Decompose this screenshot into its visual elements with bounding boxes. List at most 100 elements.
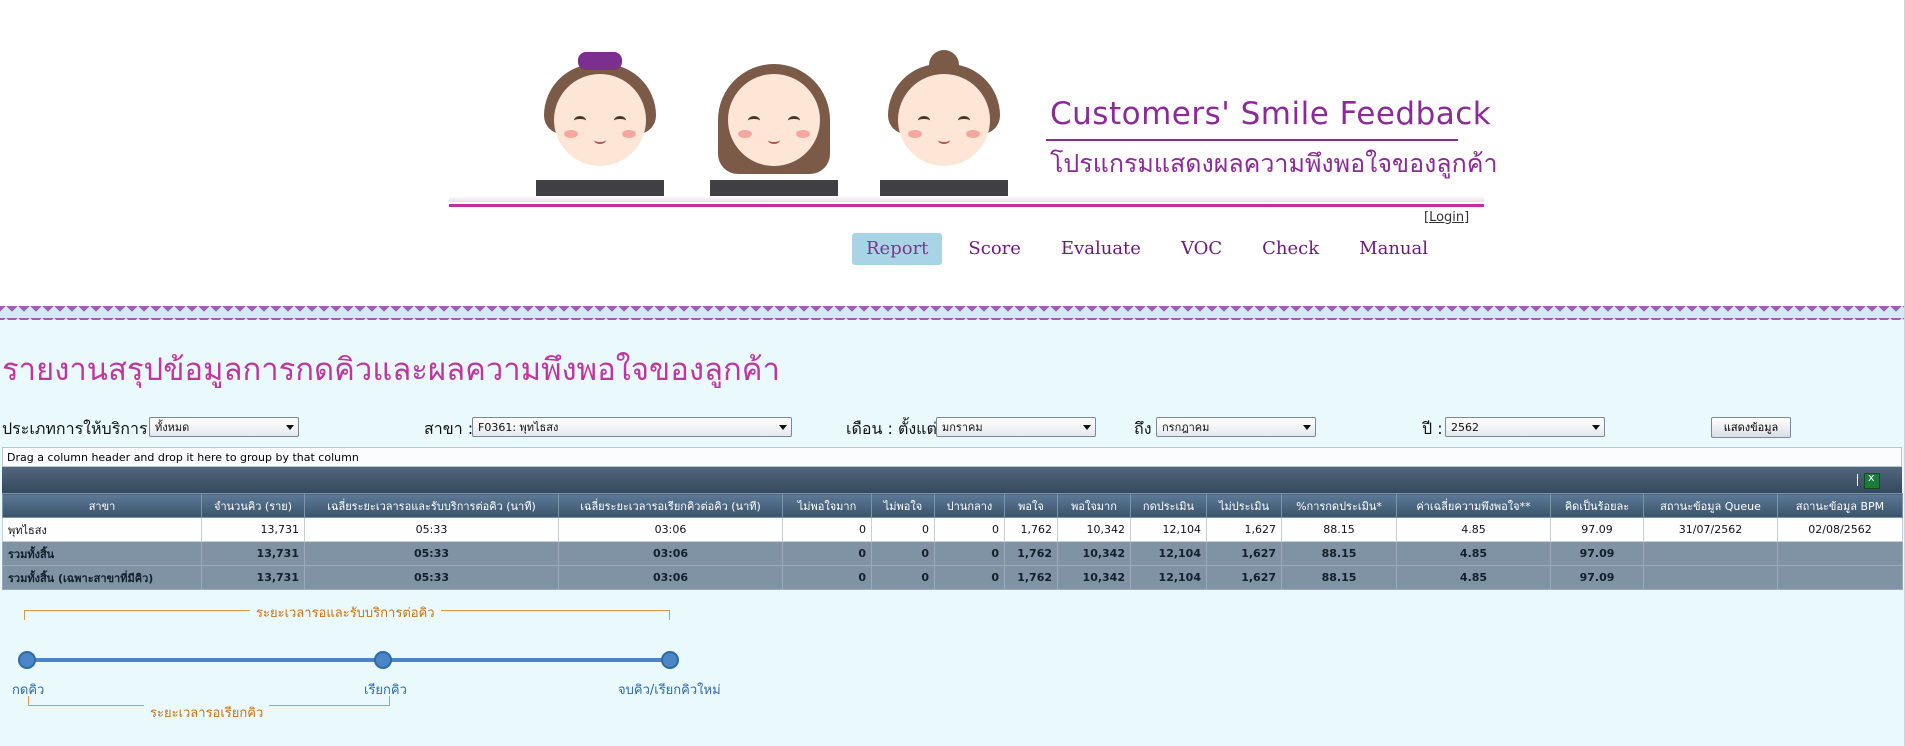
cell-bpm-status: 02/08/2562 (1777, 517, 1903, 542)
cell-evaluated: 12,104 (1130, 517, 1207, 542)
cell-queue-status (1643, 541, 1778, 566)
chevron-down-icon (779, 425, 787, 430)
cell-very-satisfied: 10,342 (1057, 517, 1131, 542)
girl-illustration-1 (530, 50, 670, 200)
cell-very-dissatisfied: 0 (782, 541, 872, 566)
login-link[interactable]: Login (1429, 210, 1464, 225)
decorative-zigzag-band (0, 306, 1906, 320)
timeline-dot-queue-end (661, 651, 679, 669)
column-header[interactable]: ไม่พอใจ (871, 493, 935, 518)
cell-dissatisfied: 0 (871, 541, 935, 566)
legend-bottom-label: ระยะเวลารอเรียกคิว (144, 702, 270, 723)
legend-top-label: ระยะเวลารอและรับบริการต่อคิว (250, 602, 441, 623)
cell-neutral: 0 (934, 565, 1005, 590)
cell-evaluation-percent: 88.15 (1281, 541, 1397, 566)
brand-subtitle: โปรแกรมแสดงผลความพึงพอใจของลูกค้า (1050, 149, 1498, 178)
girl-illustration-3 (874, 50, 1014, 200)
cell-branch: พุทไธสง (2, 517, 202, 542)
service-type-select[interactable]: ทั้งหมด (149, 417, 299, 437)
header: Customers' Smile Feedback โปรแกรมแสดงผลค… (0, 0, 1906, 310)
page-title: รายงานสรุปข้อมูลการกดคิวและผลความพึงพอใจ… (2, 352, 780, 388)
column-header[interactable]: สถานะข้อมูล Queue (1643, 493, 1778, 518)
column-header[interactable]: เฉลี่ยระยะเวลารอเรียกคิวต่อคิว (นาที) (558, 493, 783, 518)
grid-header-row: สาขา จำนวนคิว (ราย) เฉลี่ยระยะเวลารอและร… (2, 493, 1903, 518)
cell-satisfied: 1,762 (1004, 541, 1058, 566)
month-from-value: มกราคม (942, 421, 983, 434)
cell-very-satisfied: 10,342 (1057, 565, 1131, 590)
cell-bpm-status (1777, 541, 1903, 566)
cell-dissatisfied: 0 (871, 565, 935, 590)
main-nav: Report Score Evaluate VOC Check Manual (852, 233, 1454, 265)
cell-not-evaluated: 1,627 (1206, 565, 1282, 590)
brand-title: Customers' Smile Feedback (1050, 96, 1492, 132)
column-header[interactable]: สถานะข้อมูล BPM (1777, 493, 1903, 518)
header-rule (449, 204, 1484, 207)
timeline-line (28, 658, 672, 662)
timeline-dot-queue-call (374, 651, 392, 669)
export-excel-icon[interactable] (1864, 471, 1880, 489)
chevron-down-icon (1592, 425, 1600, 430)
column-header[interactable]: พอใจ (1004, 493, 1058, 518)
branch-label: สาขา : (424, 419, 474, 438)
summary-row-branches-with-queue: รวมทั้งสิ้น (เฉพาะสาขาที่มีคิว) 13,731 0… (2, 565, 1903, 590)
column-header[interactable]: สาขา (2, 493, 202, 518)
cell-avg-wait-service: 05:33 (304, 565, 559, 590)
nav-evaluate[interactable]: Evaluate (1047, 233, 1155, 265)
login-area: [Login] (1424, 210, 1470, 225)
cell-avg-wait-call: 03:06 (558, 565, 783, 590)
year-select[interactable]: 2562 (1445, 417, 1605, 437)
cell-percentage: 97.09 (1550, 541, 1644, 566)
report-area: รายงานสรุปข้อมูลการกดคิวและผลความพึงพอใจ… (0, 320, 1906, 746)
show-data-button[interactable]: แสดงข้อมูล (1711, 417, 1791, 438)
cell-percentage: 97.09 (1550, 517, 1644, 542)
column-header[interactable]: ค่าเฉลี่ยความพึงพอใจ** (1396, 493, 1551, 518)
column-header[interactable]: ไม่พอใจมาก (782, 493, 872, 518)
nav-manual[interactable]: Manual (1345, 233, 1442, 265)
year-label: ปี : (1422, 419, 1443, 438)
report-grid: สาขา จำนวนคิว (ราย) เฉลี่ยระยะเวลารอและร… (2, 493, 1903, 590)
cell-evaluated: 12,104 (1130, 565, 1207, 590)
branch-value: F0361: พุทไธสง (478, 421, 559, 434)
chevron-down-icon (286, 425, 294, 430)
cell-branch: รวมทั้งสิ้น (2, 541, 202, 566)
column-header[interactable]: กดประเมิน (1130, 493, 1207, 518)
cell-bpm-status (1777, 565, 1903, 590)
column-header[interactable]: %การกดประเมิน* (1281, 493, 1397, 518)
month-from-select[interactable]: มกราคม (936, 417, 1096, 437)
month-to-select[interactable]: กรกฎาคม (1156, 417, 1316, 437)
column-header[interactable]: จำนวนคิว (ราย) (201, 493, 305, 518)
cell-queue-status (1643, 565, 1778, 590)
nav-score[interactable]: Score (954, 233, 1035, 265)
cell-very-dissatisfied: 0 (782, 517, 872, 542)
chevron-down-icon (1083, 425, 1091, 430)
timeline-label-queue-end: จบคิว/เรียกคิวใหม่ (618, 683, 721, 698)
month-to-value: กรกฎาคม (1162, 421, 1210, 434)
cell-queue-status: 31/07/2562 (1643, 517, 1778, 542)
service-type-value: ทั้งหมด (155, 421, 190, 434)
nav-voc[interactable]: VOC (1167, 233, 1236, 265)
cell-evaluation-percent: 88.15 (1281, 517, 1397, 542)
nav-check[interactable]: Check (1248, 233, 1333, 265)
branch-select[interactable]: F0361: พุทไธสง (472, 417, 792, 437)
month-from-label: เดือน : ตั้งแต่ (846, 419, 937, 438)
service-type-label: ประเภทการให้บริการ : (2, 419, 159, 438)
column-header[interactable]: คิดเป็นร้อยละ (1550, 493, 1644, 518)
cell-satisfaction-average: 4.85 (1396, 565, 1551, 590)
cell-avg-wait-service: 05:33 (304, 517, 559, 542)
column-header[interactable]: ปานกลาง (934, 493, 1005, 518)
cell-percentage: 97.09 (1550, 565, 1644, 590)
timeline-dot-queue-press (18, 651, 36, 669)
column-header[interactable]: ไม่ประเมิน (1206, 493, 1282, 518)
summary-row-total: รวมทั้งสิ้น 13,731 05:33 03:06 0 0 0 1,7… (2, 541, 1903, 566)
column-header[interactable]: พอใจมาก (1057, 493, 1131, 518)
cell-avg-wait-call: 03:06 (558, 541, 783, 566)
brand-divider (1046, 139, 1458, 141)
cell-evaluation-percent: 88.15 (1281, 565, 1397, 590)
girl-illustration-2 (704, 50, 844, 200)
column-header[interactable]: เฉลี่ยระยะเวลารอและรับบริการต่อคิว (นาที… (304, 493, 559, 518)
header-rule-shadow (449, 196, 1484, 202)
nav-report[interactable]: Report (852, 233, 943, 265)
group-by-panel[interactable]: Drag a column header and drop it here to… (2, 447, 1902, 467)
table-row[interactable]: พุทไธสง 13,731 05:33 03:06 0 0 0 1,762 1… (2, 517, 1903, 542)
grid-toolbar (2, 467, 1902, 493)
